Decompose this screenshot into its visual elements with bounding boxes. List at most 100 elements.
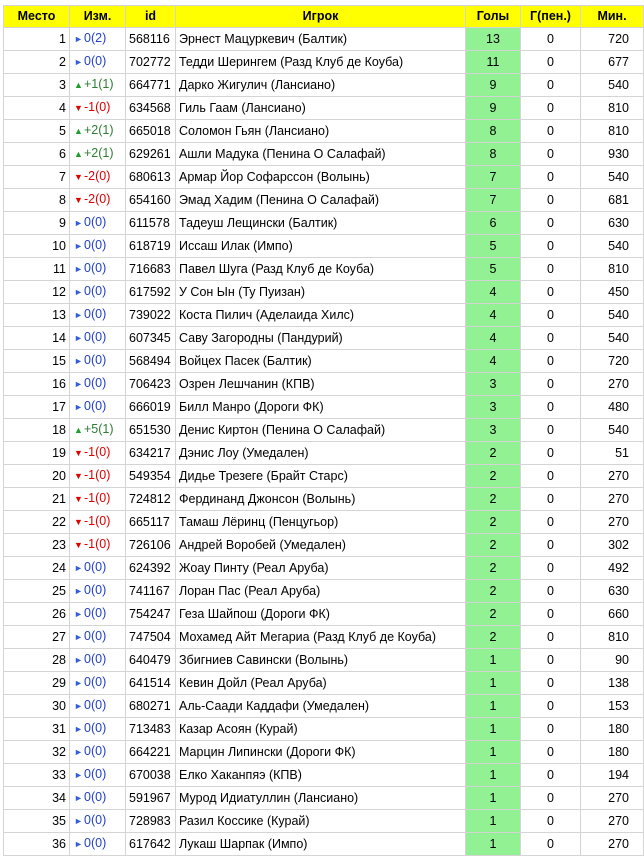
cell-pen[interactable]: 0 — [520, 303, 581, 327]
cell-min[interactable]: 720 — [580, 349, 644, 373]
cell-place[interactable]: 22 — [3, 510, 70, 534]
cell-goals[interactable]: 4 — [465, 326, 521, 350]
cell-change[interactable]: ▼-2(0) — [69, 188, 126, 212]
cell-change[interactable]: ▼-1(0) — [69, 441, 126, 465]
cell-place[interactable]: 18 — [3, 418, 70, 442]
cell-pen[interactable]: 0 — [520, 441, 581, 465]
cell-goals[interactable]: 7 — [465, 188, 521, 212]
cell-id[interactable]: 617642 — [125, 832, 176, 856]
header-player[interactable]: Игрок — [175, 5, 466, 28]
cell-player[interactable]: Дэнис Лоу (Умедален) — [175, 441, 466, 465]
cell-player[interactable]: Тамаш Лёринц (Пенцугьор) — [175, 510, 466, 534]
cell-place[interactable]: 29 — [3, 671, 70, 695]
cell-pen[interactable]: 0 — [520, 211, 581, 235]
cell-player[interactable]: Разил Коссике (Курай) — [175, 809, 466, 833]
cell-id[interactable]: 754247 — [125, 602, 176, 626]
cell-id[interactable]: 591967 — [125, 786, 176, 810]
cell-id[interactable]: 624392 — [125, 556, 176, 580]
cell-pen[interactable]: 0 — [520, 280, 581, 304]
cell-player[interactable]: У Сон Ын (Ту Пуизан) — [175, 280, 466, 304]
cell-goals[interactable]: 1 — [465, 717, 521, 741]
cell-goals[interactable]: 2 — [465, 602, 521, 626]
cell-id[interactable]: 728983 — [125, 809, 176, 833]
cell-player[interactable]: Лукаш Шарпак (Импо) — [175, 832, 466, 856]
cell-min[interactable]: 138 — [580, 671, 644, 695]
cell-place[interactable]: 26 — [3, 602, 70, 626]
cell-min[interactable]: 810 — [580, 119, 644, 143]
cell-place[interactable]: 23 — [3, 533, 70, 557]
cell-place[interactable]: 20 — [3, 464, 70, 488]
cell-id[interactable]: 617592 — [125, 280, 176, 304]
cell-goals[interactable]: 4 — [465, 349, 521, 373]
cell-player[interactable]: Фердинанд Джонсон (Волынь) — [175, 487, 466, 511]
cell-goals[interactable]: 4 — [465, 303, 521, 327]
cell-place[interactable]: 21 — [3, 487, 70, 511]
cell-change[interactable]: ►0(0) — [69, 234, 126, 258]
cell-id[interactable]: 670038 — [125, 763, 176, 787]
cell-player[interactable]: Эрнест Мацуркевич (Балтик) — [175, 27, 466, 51]
cell-place[interactable]: 7 — [3, 165, 70, 189]
cell-place[interactable]: 27 — [3, 625, 70, 649]
cell-place[interactable]: 19 — [3, 441, 70, 465]
cell-player[interactable]: Денис Киртон (Пенина О Салафай) — [175, 418, 466, 442]
cell-pen[interactable]: 0 — [520, 395, 581, 419]
cell-player[interactable]: Соломон Гьян (Лансиано) — [175, 119, 466, 143]
cell-pen[interactable]: 0 — [520, 50, 581, 74]
cell-id[interactable]: 634217 — [125, 441, 176, 465]
cell-min[interactable]: 270 — [580, 510, 644, 534]
cell-goals[interactable]: 2 — [465, 625, 521, 649]
cell-pen[interactable]: 0 — [520, 717, 581, 741]
cell-min[interactable]: 810 — [580, 625, 644, 649]
cell-change[interactable]: ►0(0) — [69, 602, 126, 626]
cell-place[interactable]: 3 — [3, 73, 70, 97]
cell-goals[interactable]: 1 — [465, 763, 521, 787]
cell-id[interactable]: 664221 — [125, 740, 176, 764]
cell-player[interactable]: Елко Хаканпяэ (КПВ) — [175, 763, 466, 787]
cell-place[interactable]: 9 — [3, 211, 70, 235]
cell-id[interactable]: 618719 — [125, 234, 176, 258]
cell-goals[interactable]: 9 — [465, 96, 521, 120]
cell-pen[interactable]: 0 — [520, 625, 581, 649]
cell-min[interactable]: 492 — [580, 556, 644, 580]
cell-player[interactable]: Гиль Гаам (Лансиано) — [175, 96, 466, 120]
cell-min[interactable]: 270 — [580, 372, 644, 396]
cell-place[interactable]: 17 — [3, 395, 70, 419]
cell-min[interactable]: 677 — [580, 50, 644, 74]
cell-id[interactable]: 680613 — [125, 165, 176, 189]
cell-goals[interactable]: 2 — [465, 441, 521, 465]
cell-pen[interactable]: 0 — [520, 671, 581, 695]
cell-min[interactable]: 270 — [580, 809, 644, 833]
cell-pen[interactable]: 0 — [520, 96, 581, 120]
cell-pen[interactable]: 0 — [520, 510, 581, 534]
cell-id[interactable]: 724812 — [125, 487, 176, 511]
cell-place[interactable]: 15 — [3, 349, 70, 373]
cell-place[interactable]: 10 — [3, 234, 70, 258]
cell-player[interactable]: Дарко Жигулич (Лансиано) — [175, 73, 466, 97]
cell-pen[interactable]: 0 — [520, 349, 581, 373]
cell-place[interactable]: 8 — [3, 188, 70, 212]
cell-change[interactable]: ►0(0) — [69, 625, 126, 649]
cell-pen[interactable]: 0 — [520, 165, 581, 189]
cell-id[interactable]: 568116 — [125, 27, 176, 51]
cell-goals[interactable]: 1 — [465, 809, 521, 833]
cell-min[interactable]: 480 — [580, 395, 644, 419]
cell-place[interactable]: 13 — [3, 303, 70, 327]
header-min[interactable]: Мин. — [580, 5, 644, 28]
cell-goals[interactable]: 1 — [465, 832, 521, 856]
cell-min[interactable]: 153 — [580, 694, 644, 718]
cell-min[interactable]: 810 — [580, 96, 644, 120]
cell-goals[interactable]: 2 — [465, 556, 521, 580]
cell-pen[interactable]: 0 — [520, 740, 581, 764]
cell-pen[interactable]: 0 — [520, 188, 581, 212]
cell-goals[interactable]: 5 — [465, 257, 521, 281]
cell-place[interactable]: 4 — [3, 96, 70, 120]
cell-pen[interactable]: 0 — [520, 326, 581, 350]
cell-change[interactable]: ▼-1(0) — [69, 96, 126, 120]
cell-pen[interactable]: 0 — [520, 533, 581, 557]
cell-place[interactable]: 16 — [3, 372, 70, 396]
cell-pen[interactable]: 0 — [520, 648, 581, 672]
cell-min[interactable]: 180 — [580, 740, 644, 764]
cell-pen[interactable]: 0 — [520, 487, 581, 511]
cell-id[interactable]: 611578 — [125, 211, 176, 235]
cell-change[interactable]: ►0(0) — [69, 786, 126, 810]
